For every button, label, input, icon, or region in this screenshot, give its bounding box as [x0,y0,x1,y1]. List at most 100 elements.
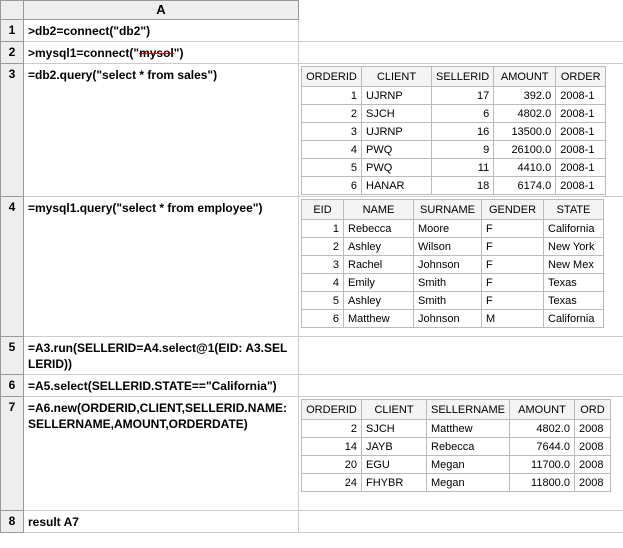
cell-b5[interactable] [299,337,623,375]
cell-b1[interactable] [299,20,623,42]
cell-b2[interactable] [299,42,623,64]
table-cell: Matthew [344,310,414,328]
table-cell: Rachel [344,256,414,274]
table-cell: Rebecca [427,438,510,456]
row-number-8[interactable]: 8 [0,511,24,533]
col-header-order: ORDER [556,67,606,87]
table-cell: 7644.0 [509,438,574,456]
table-cell: 26100.0 [494,141,556,159]
cell-b4-employee-preview[interactable]: EIDNAMESURNAMEGENDERSTATE1RebeccaMooreFC… [299,197,623,337]
table-cell: 6 [432,105,494,123]
result-table: ORDERIDCLIENTSELLERNAMEAMOUNTORD2SJCHMat… [301,399,611,492]
table-cell: 13500.0 [494,123,556,141]
table-cell: 2 [302,238,344,256]
column-header-a[interactable]: A [24,0,299,20]
table-cell: 392.0 [494,87,556,105]
table-cell: 4 [302,274,344,292]
table-row: 2AshleyWilsonFNew York [302,238,604,256]
table-cell: 2008-1 [556,177,606,195]
table-cell: Matthew [427,420,510,438]
cell-b8[interactable] [299,511,623,533]
col-header-amount: AMOUNT [494,67,556,87]
table-cell: 2008-1 [556,159,606,177]
table-cell: Ashley [344,292,414,310]
table-row: 20EGUMegan11700.02008 [302,456,611,474]
table-cell: 3 [302,123,362,141]
table-cell: 4802.0 [509,420,574,438]
col-header-eid: EID [302,200,344,220]
table-cell: 5 [302,292,344,310]
table-cell: 2008-1 [556,87,606,105]
spreadsheet-grid: A 1 >db2=connect("db2") 2 >mysql1=connec… [0,0,623,533]
cell-a7[interactable]: =A6.new(ORDERID,CLIENT,SELLERID.NAME:SEL… [24,397,299,511]
cell-b6[interactable] [299,375,623,397]
table-cell: 11 [432,159,494,177]
table-cell: M [482,310,544,328]
table-row: 4EmilySmithFTexas [302,274,604,292]
table-cell: 17 [432,87,494,105]
sales-table: ORDERIDCLIENTSELLERIDAMOUNTORDER1UJRNP17… [301,66,606,195]
table-row: 1UJRNP17392.02008-1 [302,87,606,105]
cell-a5[interactable]: =A3.run(SELLERID=A4.select@1(EID: A3.SEL… [24,337,299,375]
row-number-5[interactable]: 5 [0,337,24,375]
table-row: 4PWQ926100.02008-1 [302,141,606,159]
row-number-6[interactable]: 6 [0,375,24,397]
table-cell: New York [544,238,604,256]
table-cell: California [544,220,604,238]
table-cell: 24 [302,474,362,492]
table-cell: 9 [432,141,494,159]
cell-a6[interactable]: =A5.select(SELLERID.STATE=="California") [24,375,299,397]
table-cell: Emily [344,274,414,292]
cell-b3-sales-preview[interactable]: ORDERIDCLIENTSELLERIDAMOUNTORDER1UJRNP17… [299,64,623,197]
col-header-sellername: SELLERNAME [427,400,510,420]
table-cell: 4410.0 [494,159,556,177]
table-row: 5AshleySmithFTexas [302,292,604,310]
table-cell: Texas [544,274,604,292]
table-cell: 2008 [574,438,610,456]
table-cell: Smith [414,274,482,292]
table-cell: F [482,238,544,256]
row-number-4[interactable]: 4 [0,197,24,337]
table-row: 6MatthewJohnsonMCalifornia [302,310,604,328]
table-cell: 2 [302,105,362,123]
table-cell: 2008 [574,456,610,474]
col-header-gender: GENDER [482,200,544,220]
employee-table: EIDNAMESURNAMEGENDERSTATE1RebeccaMooreFC… [301,199,604,328]
table-cell: 1 [302,87,362,105]
col-header-orderid: ORDERID [302,400,362,420]
cell-a3[interactable]: =db2.query("select * from sales") [24,64,299,197]
row-number-2[interactable]: 2 [0,42,24,64]
table-cell: Johnson [414,256,482,274]
cell-a2[interactable]: >mysql1=connect("mysol") [24,42,299,64]
table-cell: UJRNP [362,87,432,105]
col-header-orderid: ORDERID [302,67,362,87]
table-cell: 18 [432,177,494,195]
cell-a8[interactable]: result A7 [24,511,299,533]
column-header-row: A [0,0,623,20]
table-cell: 11800.0 [509,474,574,492]
table-cell: 2008 [574,420,610,438]
table-cell: 6 [302,177,362,195]
cell-a4[interactable]: =mysql1.query("select * from employee") [24,197,299,337]
table-cell: JAYB [362,438,427,456]
table-row: 3RachelJohnsonFNew Mex [302,256,604,274]
table-row: 5PWQ114410.02008-1 [302,159,606,177]
row-number-3[interactable]: 3 [0,64,24,197]
cell-b7-result-preview[interactable]: ORDERIDCLIENTSELLERNAMEAMOUNTORD2SJCHMat… [299,397,623,511]
row-number-1[interactable]: 1 [0,20,24,42]
table-cell: New Mex [544,256,604,274]
table-cell: 2 [302,420,362,438]
table-cell: SJCH [362,105,432,123]
table-cell: 14 [302,438,362,456]
cell-a1[interactable]: >db2=connect("db2") [24,20,299,42]
table-cell: Smith [414,292,482,310]
table-cell: 2008 [574,474,610,492]
table-cell: Wilson [414,238,482,256]
col-header-ord: ORD [574,400,610,420]
table-cell: California [544,310,604,328]
table-cell: Texas [544,292,604,310]
col-header-state: STATE [544,200,604,220]
table-cell: 4 [302,141,362,159]
row-number-7[interactable]: 7 [0,397,24,511]
table-row: 24FHYBRMegan11800.02008 [302,474,611,492]
